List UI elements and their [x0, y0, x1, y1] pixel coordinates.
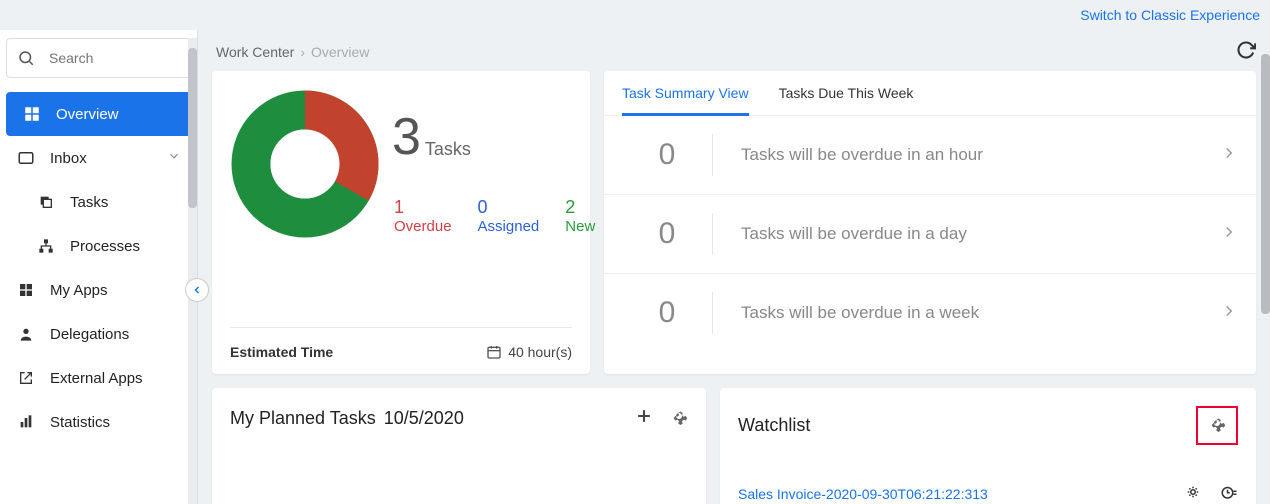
tasks-label: Tasks: [425, 139, 471, 160]
external-icon: [16, 368, 36, 388]
breadcrumb-current: Overview: [311, 44, 369, 60]
summary-row-week[interactable]: 0 Tasks will be overdue in a week: [604, 274, 1256, 352]
sidebar-item-label: Overview: [56, 106, 119, 123]
stat-assigned: 0 Assigned: [478, 197, 540, 235]
summary-text: Tasks will be overdue in a week: [741, 303, 1220, 323]
tasks-total: 3: [392, 107, 421, 167]
chart-icon: [16, 412, 36, 432]
sidebar-item-statistics[interactable]: Statistics: [0, 400, 197, 444]
tasks-icon: [36, 192, 56, 212]
sidebar-item-label: Tasks: [70, 194, 108, 211]
summary-count: 0: [622, 296, 712, 330]
apps-icon: [16, 280, 36, 300]
breadcrumb: Work Center › Overview: [212, 30, 1256, 71]
search-input[interactable]: [49, 50, 180, 66]
switch-classic-link[interactable]: Switch to Classic Experience: [1080, 7, 1260, 23]
breadcrumb-root[interactable]: Work Center: [216, 44, 294, 60]
tasks-overview-card: 3 Tasks 1 Overdue 0 Assigned 2 New: [212, 71, 590, 374]
summary-row-hour[interactable]: 0 Tasks will be overdue in an hour: [604, 116, 1256, 195]
tab-summary-view[interactable]: Task Summary View: [622, 85, 749, 116]
inbox-icon: [16, 148, 36, 168]
sidebar-item-label: Statistics: [50, 414, 110, 431]
tasks-donut-chart: [230, 89, 380, 239]
estimated-time-value: 40 hour(s): [508, 344, 572, 360]
timer-icon[interactable]: [1220, 483, 1238, 504]
sidebar-item-label: Processes: [70, 238, 140, 255]
sidebar-item-delegations[interactable]: Delegations: [0, 312, 197, 356]
sidebar-item-inbox[interactable]: Inbox: [0, 136, 197, 180]
sidebar: Overview Inbox Tasks Processes: [0, 30, 198, 504]
breadcrumb-sep: ›: [300, 44, 305, 60]
planned-tasks-card: My Planned Tasks 10/5/2020: [212, 388, 706, 504]
sidebar-item-label: External Apps: [50, 370, 143, 387]
estimated-time-label: Estimated Time: [230, 344, 333, 360]
sidebar-item-label: Delegations: [50, 326, 129, 343]
watchlist-title: Watchlist: [738, 415, 810, 436]
summary-count: 0: [622, 217, 712, 251]
sidebar-item-myapps[interactable]: My Apps: [0, 268, 197, 312]
planned-settings-button[interactable]: [670, 407, 688, 430]
summary-count: 0: [622, 138, 712, 172]
sidebar-item-label: My Apps: [50, 282, 108, 299]
watchlist-settings-button[interactable]: [1196, 406, 1238, 445]
planned-title: My Planned Tasks: [230, 408, 376, 429]
summary-text: Tasks will be overdue in a day: [741, 224, 1220, 244]
sidebar-scrollbar[interactable]: [188, 38, 197, 504]
chevron-down-icon: [167, 149, 181, 167]
tab-due-week[interactable]: Tasks Due This Week: [779, 85, 914, 115]
summary-row-day[interactable]: 0 Tasks will be overdue in a day: [604, 195, 1256, 274]
person-icon: [16, 324, 36, 344]
chevron-right-icon: [1220, 144, 1238, 167]
sidebar-item-tasks[interactable]: Tasks: [0, 180, 197, 224]
watchlist-link[interactable]: Sales Invoice-2020-09-30T06:21:22:313: [738, 486, 988, 502]
collapse-sidebar-button[interactable]: [185, 278, 209, 302]
sidebar-item-processes[interactable]: Processes: [0, 224, 197, 268]
summary-text: Tasks will be overdue in an hour: [741, 145, 1220, 165]
search-box[interactable]: [6, 38, 191, 78]
sidebar-item-external[interactable]: External Apps: [0, 356, 197, 400]
stat-overdue: 1 Overdue: [394, 197, 452, 235]
processes-icon: [36, 236, 56, 256]
unwatch-icon[interactable]: [1184, 483, 1202, 504]
watchlist-item: Sales Invoice-2020-09-30T06:21:22:313: [738, 475, 1238, 504]
sidebar-item-overview[interactable]: Overview: [6, 92, 191, 136]
main-scrollbar[interactable]: [1261, 54, 1270, 314]
planned-date: 10/5/2020: [384, 408, 464, 429]
search-icon: [17, 49, 35, 67]
chevron-right-icon: [1220, 223, 1238, 246]
task-summary-card: Task Summary View Tasks Due This Week 0 …: [604, 71, 1256, 374]
stat-new: 2 New: [565, 197, 595, 235]
sidebar-item-label: Inbox: [50, 150, 87, 167]
overview-icon: [22, 104, 42, 124]
add-planned-task-button[interactable]: [634, 406, 654, 431]
refresh-button[interactable]: [1236, 40, 1256, 63]
calendar-icon: [486, 344, 502, 360]
watchlist-card: Watchlist Sales Invoice-2020-09-30T06:21…: [720, 388, 1256, 504]
chevron-right-icon: [1220, 302, 1238, 325]
